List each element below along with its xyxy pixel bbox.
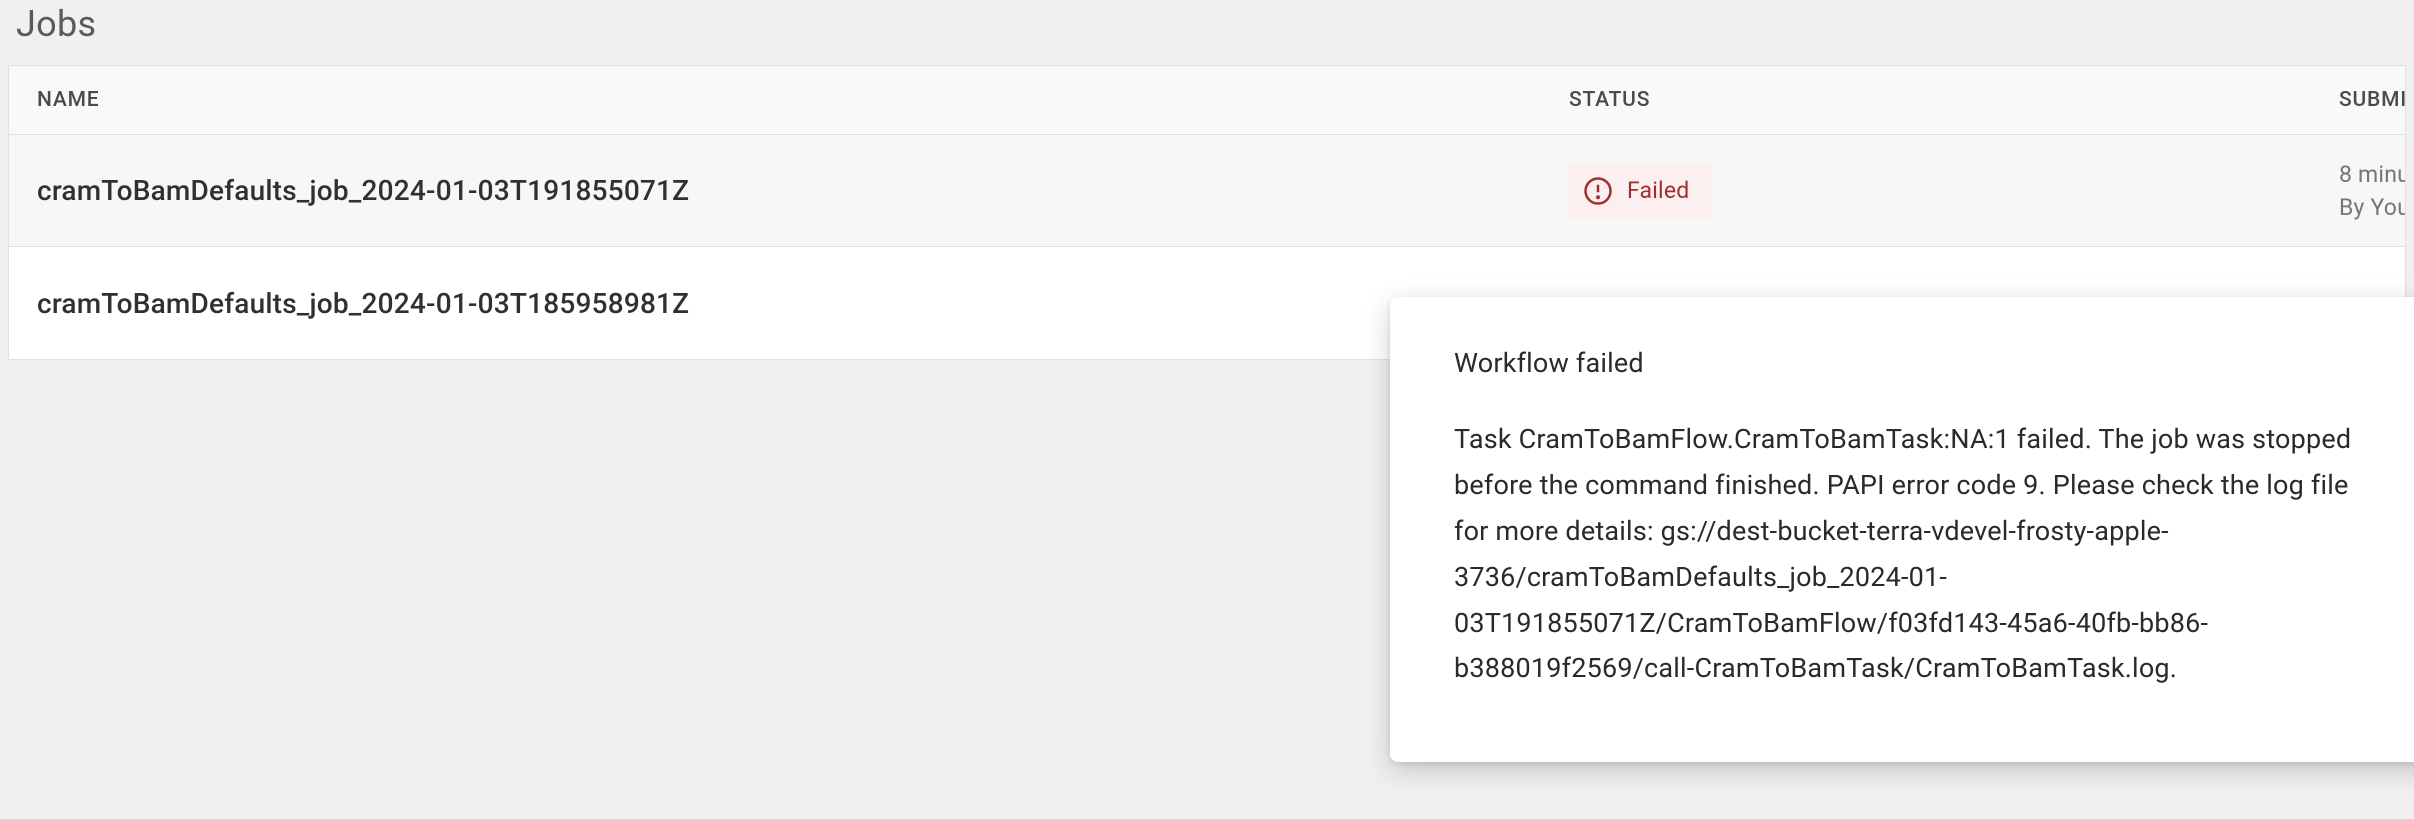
status-text: Failed — [1627, 177, 1689, 204]
job-status-cell: Failed — [1569, 163, 2339, 219]
job-name-cell: cramToBamDefaults_job_2024-01-03T1918550… — [9, 174, 1569, 207]
tooltip-title: Workflow failed — [1454, 347, 2381, 379]
error-tooltip-popover: Workflow failed Task CramToBamFlow.CramT… — [1390, 297, 2414, 762]
submit-by: By You — [2339, 194, 2405, 221]
error-circle-icon — [1583, 176, 1613, 206]
column-header-status[interactable]: STATUS — [1569, 66, 2339, 134]
job-submit-cell: 8 minutes ago By You — [2339, 161, 2405, 221]
table-header-row: NAME STATUS SUBMIT INFO — [9, 66, 2405, 135]
page-title: Jobs — [16, 3, 2406, 45]
tooltip-body: Task CramToBamFlow.CramToBamTask:NA:1 fa… — [1454, 417, 2381, 692]
column-header-submit[interactable]: SUBMIT INFO — [2339, 66, 2405, 134]
status-badge-failed[interactable]: Failed — [1569, 163, 1711, 219]
job-name-cell: cramToBamDefaults_job_2024-01-03T1859589… — [9, 287, 1569, 320]
submit-time: 8 minutes ago — [2339, 161, 2405, 188]
table-row[interactable]: cramToBamDefaults_job_2024-01-03T1918550… — [9, 135, 2405, 247]
column-header-name[interactable]: NAME — [9, 66, 1569, 134]
